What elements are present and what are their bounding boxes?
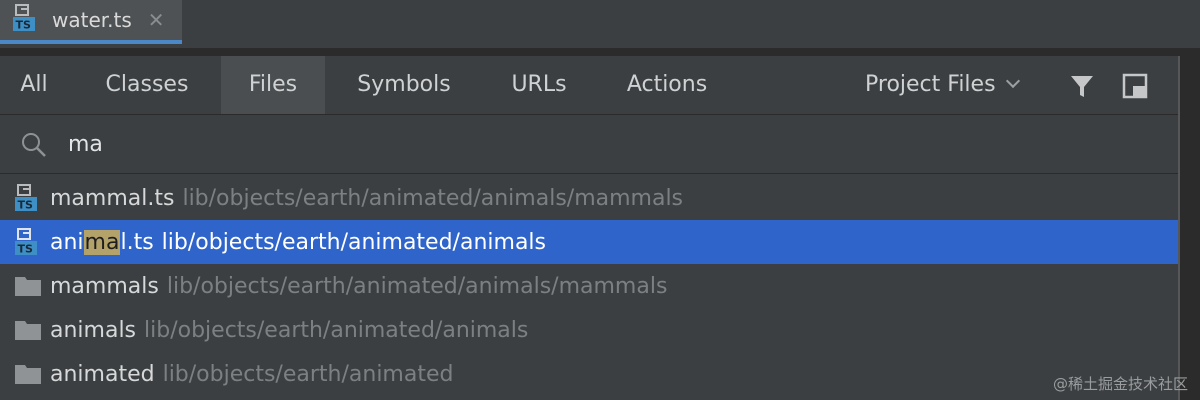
result-name: mammal.ts bbox=[50, 185, 175, 211]
editor-tab-label: water.ts bbox=[52, 8, 132, 32]
watermark: @稀土掘金技术社区 bbox=[1052, 375, 1188, 393]
svg-text:TS: TS bbox=[16, 19, 32, 32]
editor-tab-water-ts[interactable]: TS water.ts ✕ bbox=[0, 0, 182, 44]
match-highlight: ma bbox=[83, 229, 121, 255]
svg-text:TS: TS bbox=[18, 199, 34, 212]
tab-symbols[interactable]: Symbols bbox=[338, 56, 470, 114]
typescript-file-icon: TS bbox=[14, 183, 44, 213]
chevron-down-icon bbox=[1005, 73, 1020, 89]
close-icon[interactable]: ✕ bbox=[148, 8, 165, 32]
typescript-file-icon: TS bbox=[14, 227, 44, 257]
result-path: lib/objects/earth/animated bbox=[162, 361, 454, 387]
result-path: lib/objects/earth/animated/animals/mamma… bbox=[166, 273, 668, 299]
popup-tab-bar: All Classes Files Symbols URLs Actions P… bbox=[0, 56, 1178, 115]
tab-actions[interactable]: Actions bbox=[606, 56, 728, 114]
result-path: lib/objects/earth/animated/animals bbox=[144, 317, 529, 343]
folder-icon bbox=[14, 315, 44, 345]
tab-classes[interactable]: Classes bbox=[84, 56, 210, 114]
editor-tab-strip: TS water.ts ✕ bbox=[0, 0, 1200, 48]
search-input[interactable] bbox=[68, 123, 1158, 165]
svg-text:TS: TS bbox=[18, 243, 34, 256]
ide-window: TS water.ts ✕ All Classes Files Symbols … bbox=[0, 0, 1200, 400]
result-name: animal.ts bbox=[50, 229, 154, 255]
list-item[interactable]: TS mammal.ts lib/objects/earth/animated/… bbox=[0, 176, 1178, 220]
search-icon bbox=[20, 131, 48, 159]
search-row bbox=[0, 115, 1178, 174]
list-item-selected[interactable]: TS animal.ts lib/objects/earth/animated/… bbox=[0, 220, 1178, 264]
folder-icon bbox=[14, 359, 44, 389]
scope-dropdown[interactable]: Project Files bbox=[865, 56, 1020, 114]
tab-all[interactable]: All bbox=[0, 56, 68, 114]
list-item[interactable]: animals lib/objects/earth/animated/anima… bbox=[0, 308, 1178, 352]
result-path: lib/objects/earth/animated/animals/mamma… bbox=[182, 185, 684, 211]
typescript-file-icon: TS bbox=[12, 3, 42, 37]
result-name: animals bbox=[50, 317, 137, 343]
name-suffix: l.ts bbox=[120, 229, 154, 255]
folder-icon bbox=[14, 271, 44, 301]
list-item[interactable]: mammals lib/objects/earth/animated/anima… bbox=[0, 264, 1178, 308]
tab-files[interactable]: Files bbox=[221, 56, 325, 114]
filter-icon[interactable] bbox=[1068, 72, 1096, 100]
result-name: mammals bbox=[50, 273, 159, 299]
preview-toggle-icon[interactable] bbox=[1121, 72, 1149, 100]
name-prefix: ani bbox=[50, 229, 84, 255]
scope-label: Project Files bbox=[865, 72, 996, 97]
result-path: lib/objects/earth/animated/animals bbox=[161, 229, 546, 255]
result-name: animated bbox=[50, 361, 155, 387]
tab-urls[interactable]: URLs bbox=[492, 56, 586, 114]
search-everywhere-popup: All Classes Files Symbols URLs Actions P… bbox=[0, 56, 1180, 400]
results-list: TS mammal.ts lib/objects/earth/animated/… bbox=[0, 176, 1178, 396]
list-item[interactable]: animated lib/objects/earth/animated bbox=[0, 352, 1178, 396]
